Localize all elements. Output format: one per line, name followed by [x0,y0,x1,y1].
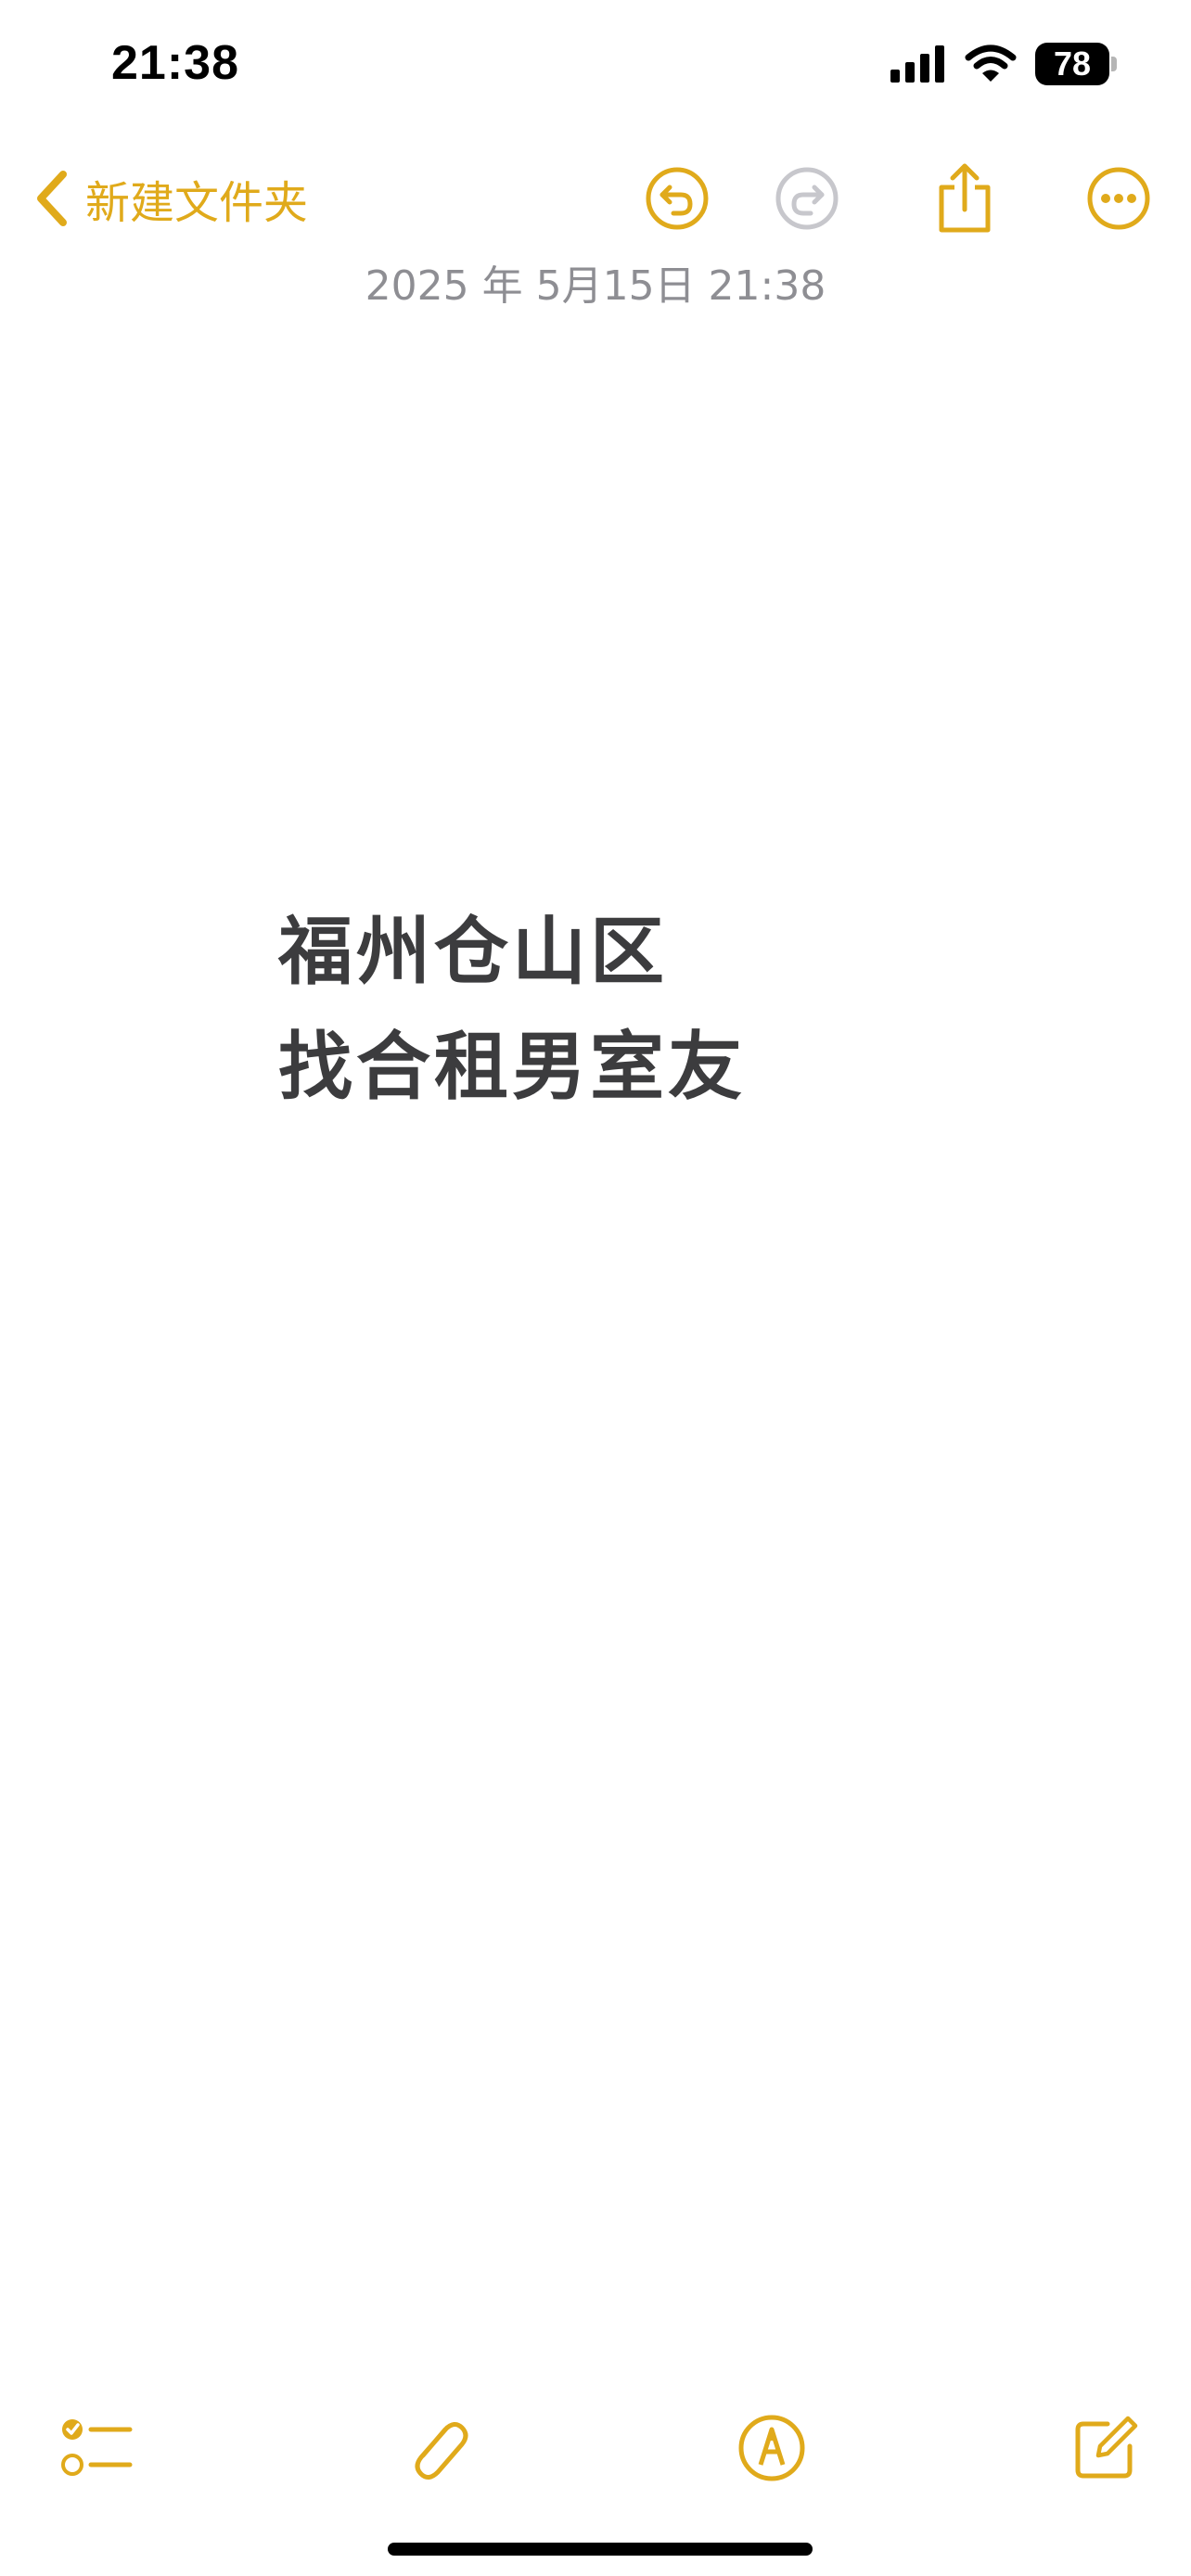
home-indicator [388,2543,813,2556]
markup-button[interactable] [725,2402,818,2494]
more-icon [1087,167,1150,230]
undo-icon [646,167,709,230]
checklist-button[interactable] [50,2402,143,2494]
compose-icon [1075,2416,1138,2479]
status-time: 21:38 [111,36,239,90]
redo-icon [775,167,839,230]
note-body[interactable]: 福州仓山区 找合租男室友 [278,895,1113,1125]
note-line-1[interactable]: 福州仓山区 [278,895,1113,1010]
signal-icon [890,45,944,83]
battery-level: 78 [1053,45,1092,83]
attach-button[interactable] [391,2402,484,2494]
battery-icon: 78 [1035,43,1117,85]
back-label: 新建文件夹 [85,177,309,229]
wifi-icon [965,45,1017,82]
note-date: 2025 年 5月15日 21:38 [365,262,826,310]
navigation-bar: 新建文件夹 [0,148,1191,250]
back-button[interactable]: 新建文件夹 [33,161,308,236]
undo-button[interactable] [640,161,714,236]
bottom-toolbar [0,2402,1191,2494]
compose-button[interactable] [1059,2402,1152,2494]
markup-icon [738,2415,805,2481]
status-indicators: 78 [890,43,1117,85]
paperclip-icon [415,2422,468,2480]
redo-button[interactable] [770,161,844,236]
share-icon [939,163,991,233]
status-bar: 21:38 78 [0,0,1191,130]
share-button[interactable] [928,161,1002,236]
checklist-icon [61,2419,133,2476]
more-button[interactable] [1082,161,1156,236]
note-line-2[interactable]: 找合租男室友 [278,1010,1113,1125]
chevron-left-icon [37,171,67,226]
